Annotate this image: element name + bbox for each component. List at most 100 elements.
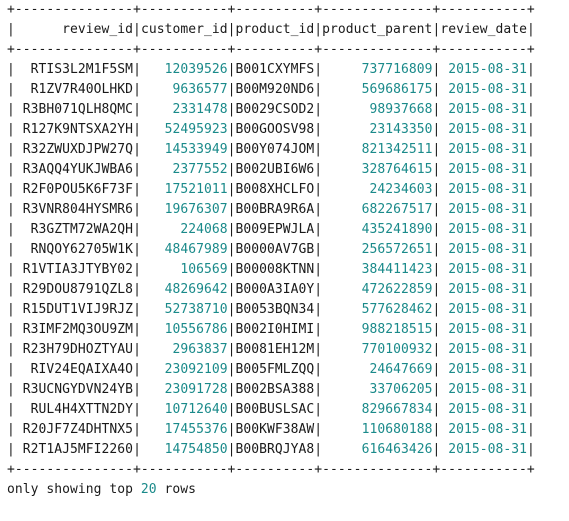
cell-value: B008XHCLFO (235, 182, 315, 197)
column-header-product-id: product_id (235, 22, 314, 37)
table-cell: 2015-08-31 (440, 282, 527, 297)
table-row: | R1VTIA3JTYBY02| 106569|B00008KTNN| 384… (7, 260, 535, 280)
table-cell: B0029CSOD2 (236, 102, 315, 117)
table-cell: B00GOOSV98 (236, 122, 315, 137)
cell-value: B00Y074JOM (235, 142, 315, 157)
cell-value: R32ZWUXDJPW27Q (22, 142, 134, 157)
column-separator: | (314, 362, 323, 377)
column-separator: | (133, 202, 141, 217)
column-separator: | (7, 382, 15, 397)
cell-value: B0000AV7GB (235, 242, 315, 257)
table-cell: RNQOY62705W1K (15, 242, 133, 257)
column-separator: | (227, 362, 236, 377)
table-cell: 472622859 (322, 282, 433, 297)
cell-value: 2015-08-31 (448, 182, 528, 197)
table-cell: RIV24EQAIXA4O (15, 362, 133, 377)
column-separator: | (7, 162, 15, 177)
cell-value: B000A3IA0Y (235, 282, 315, 297)
column-separator: | (7, 262, 15, 277)
table-cell: R1VTIA3JTYBY02 (15, 262, 133, 277)
table-cell: B00BRA9R6A (236, 202, 315, 217)
table-cell: R1ZV7R40OLHKD (15, 82, 133, 97)
cell-value: B005FMLZQQ (235, 362, 315, 377)
column-separator: | (314, 182, 323, 197)
cell-value: B00GOOSV98 (235, 122, 315, 137)
column-separator: | (527, 182, 535, 197)
column-separator: | (133, 102, 141, 117)
cell-value: 2015-08-31 (448, 362, 528, 377)
cell-value: 2015-08-31 (448, 282, 528, 297)
column-separator: | (527, 142, 535, 157)
cell-value: R3IMF2MQ3OU9ZM (22, 322, 134, 337)
column-separator: | (7, 182, 15, 197)
table-cell: 224068 (141, 222, 228, 237)
column-separator: | (133, 182, 141, 197)
table-cell: 2015-08-31 (440, 142, 527, 157)
table-cell: R3VNR804HYSMR6 (15, 202, 133, 217)
cell-value: 2015-08-31 (448, 122, 528, 137)
table-cell: 110680188 (322, 422, 433, 437)
table-row: | RNQOY62705W1K| 48467989|B0000AV7GB| 25… (7, 240, 535, 260)
column-separator: | (314, 122, 323, 137)
cell-value: 2377552 (172, 162, 228, 177)
column-separator: | (314, 82, 323, 97)
column-separator: | (527, 222, 535, 237)
table-cell: B001CXYMFS (236, 62, 315, 77)
table-cell: 616463426 (322, 442, 433, 457)
footer-prefix: only showing top (7, 482, 141, 497)
column-separator: | (7, 362, 15, 377)
column-separator: | (227, 242, 236, 257)
table-border: +---------------+-----------+----------+… (7, 42, 535, 57)
table-cell: 10712640 (141, 402, 228, 417)
table-cell: B000A3IA0Y (236, 282, 315, 297)
cell-value: 2015-08-31 (448, 202, 528, 217)
cell-value: 2015-08-31 (448, 322, 528, 337)
table-cell: 2015-08-31 (440, 242, 527, 257)
table-cell: B009EPWJLA (236, 222, 315, 237)
cell-value: 821342511 (361, 142, 433, 157)
column-separator: | (133, 242, 141, 257)
column-header-label: review_date (440, 22, 527, 37)
table-cell: 23143350 (322, 122, 432, 137)
column-separator: | (314, 262, 323, 277)
table-cell: 14533949 (141, 142, 228, 157)
column-separator: | (227, 262, 236, 277)
column-separator: | (527, 82, 535, 97)
column-separator: | (7, 402, 15, 417)
table-cell: B00BRQJYA8 (236, 442, 315, 457)
table-cell: 2015-08-31 (440, 362, 527, 377)
column-separator: | (227, 202, 236, 217)
cell-value: 328764615 (361, 162, 433, 177)
column-separator: | (133, 402, 141, 417)
column-separator: | (7, 22, 15, 37)
table-cell: B005FMLZQQ (236, 362, 315, 377)
column-separator: | (133, 82, 141, 97)
cell-value: 10556786 (164, 322, 228, 337)
table-cell: B002UBI6W6 (236, 162, 315, 177)
table-row: | R3UCNGYDVN24YB| 23091728|B002BSA388| 3… (7, 380, 535, 400)
table-cell: 2377552 (141, 162, 228, 177)
table-row: | R3AQQ4YUKJWBA6| 2377552|B002UBI6W6| 32… (7, 160, 535, 180)
table-cell: 2015-08-31 (440, 122, 527, 137)
table-cell: 106569 (141, 262, 228, 277)
column-separator: | (7, 322, 15, 337)
table-cell: 2015-08-31 (440, 442, 527, 457)
column-separator: | (133, 262, 141, 277)
table-cell: R2T1AJ5MFI2260 (15, 442, 133, 457)
table-cell: 33706205 (322, 382, 432, 397)
cell-value: 384411423 (361, 262, 433, 277)
cell-value: 23092109 (164, 362, 228, 377)
column-separator: | (7, 102, 15, 117)
cell-value: 52495923 (164, 122, 228, 137)
table-cell: 23091728 (141, 382, 228, 397)
table-cell: R3IMF2MQ3OU9ZM (15, 322, 133, 337)
column-separator: | (314, 422, 323, 437)
cell-value: 682267517 (361, 202, 433, 217)
column-separator: | (227, 442, 236, 457)
cell-value: B002BSA388 (235, 382, 315, 397)
table-border-top: +---------------+-----------+----------+… (7, 0, 535, 20)
cell-value: R29DOU8791QZL8 (22, 282, 134, 297)
column-separator: | (314, 322, 323, 337)
table-cell: 2015-08-31 (440, 262, 527, 277)
table-cell: R32ZWUXDJPW27Q (15, 142, 133, 157)
